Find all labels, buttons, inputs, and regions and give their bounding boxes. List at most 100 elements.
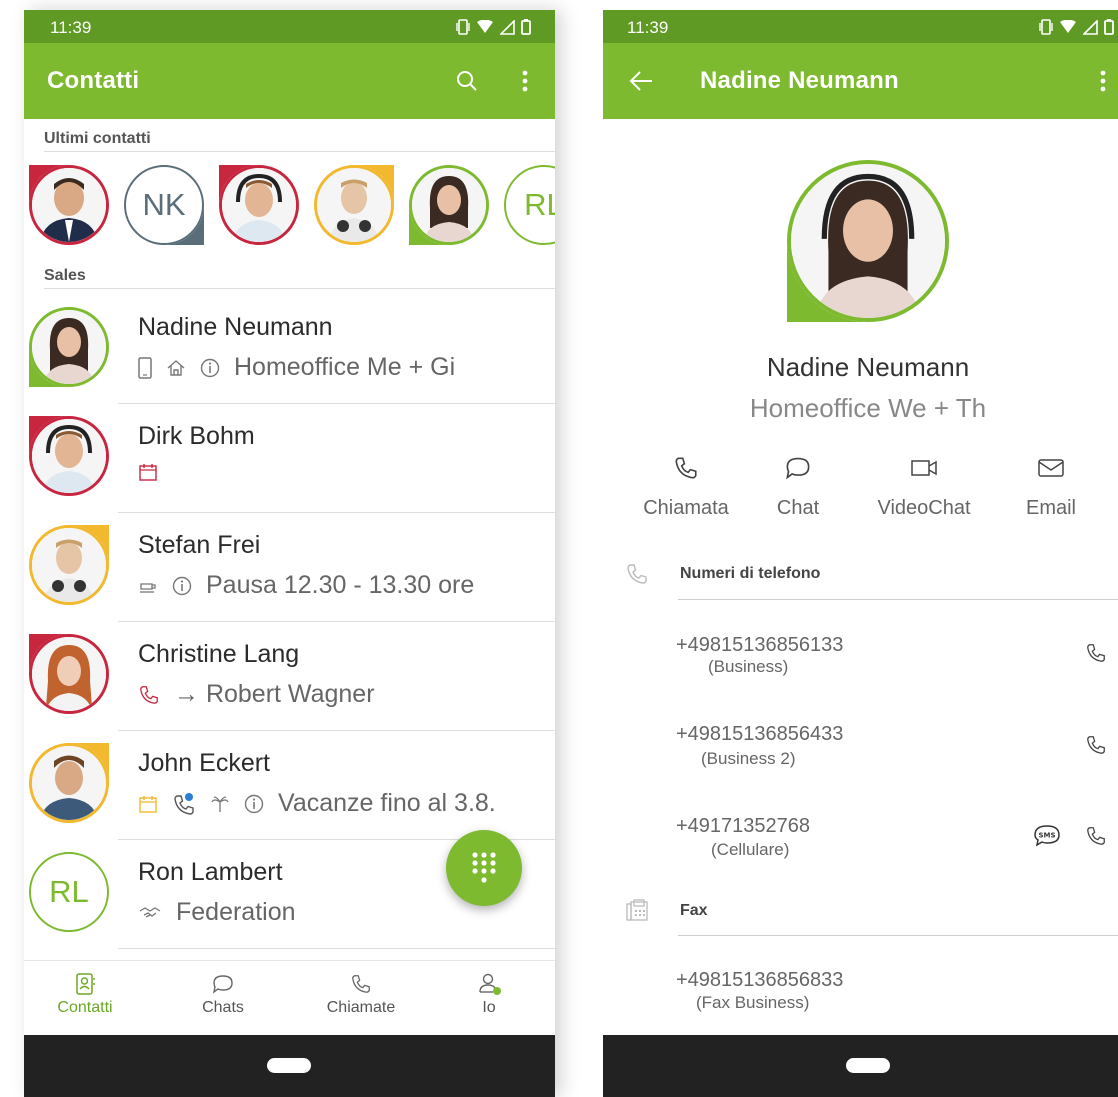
status-corner [354,165,394,205]
calendar-icon [139,795,157,813]
avatar-initials: RL [524,187,555,222]
contact-row[interactable]: Stefan Frei Pausa 12.30 - 13.30 ore [24,513,555,622]
status-corner [29,416,69,456]
phone-number: +49171352768 [676,815,811,837]
phone-number-type: (Business 2) [701,749,796,768]
home-pill[interactable] [846,1058,890,1073]
action-label: Chat [776,497,820,519]
signal-icon [500,19,515,35]
contact-status [138,462,172,482]
contact-status: Pausa 12.30 - 13.30 ore [138,571,474,600]
overflow-menu-icon[interactable] [511,67,539,95]
phone-number: +49815136856133 [676,634,844,656]
dialpad-icon [472,852,496,883]
status-corner [164,205,204,245]
nav-calls[interactable]: Chiamate [301,969,421,1017]
page-title: Contatti [47,67,140,94]
coffee-icon [140,582,156,593]
status-icons [1039,19,1114,35]
contacts-icon [76,973,95,995]
recent-contacts-label: Ultimi contatti [44,130,151,147]
avatar-initials: RL [49,874,89,909]
phone-call-icon[interactable] [1085,734,1107,756]
info-icon [200,358,220,377]
mail-icon [1038,459,1064,477]
status-text: Homeoffice Me + Gi [234,353,456,381]
contact-detail-screen: 11:39 Nadine Neumann Nadine Neumann Home… [603,10,1118,1097]
battery-icon [521,19,531,35]
phone-icon [352,975,370,993]
app-bar: Contatti [24,43,555,119]
phone-numbers-header: Numeri di telefono [680,565,821,582]
contact-status: Homeoffice We + Th [749,393,987,423]
status-icons [456,19,531,35]
nav-me[interactable]: Io [429,969,549,1017]
app-bar: Nadine Neumann [603,43,1118,119]
nav-contacts[interactable]: Contatti [25,969,145,1017]
contact-row[interactable]: Nadine Neumann Homeoffice Me + Gi [24,295,555,404]
status-corner [69,525,109,565]
fax-icon [626,899,648,921]
contact-name: Christine Lang [138,640,300,668]
nav-chats[interactable]: Chats [163,969,283,1017]
fax-number-type: (Fax Business) [696,993,810,1012]
sms-icon[interactable]: SMS [1033,824,1061,848]
phone-icon [675,457,697,479]
contact-name: Nadine Neumann [138,313,333,341]
vibrate-icon [1039,19,1053,35]
contact-name: Stefan Frei [138,531,261,559]
contact-row[interactable]: Dirk Bohm [24,404,555,513]
status-bar: 11:39 [24,10,555,43]
phone-device-icon [138,356,152,379]
videochat-action[interactable]: VideoChat [869,453,979,520]
recent-avatar[interactable]: RL [504,165,555,245]
system-nav-bar [24,1035,555,1097]
phone-call-icon[interactable] [1085,825,1107,847]
overflow-menu-icon[interactable] [1089,67,1117,95]
contact-row[interactable]: Christine Lang → Robert Wagner [24,622,555,731]
fax-number: +49815136856833 [676,969,844,991]
status-time: 11:39 [50,18,92,37]
contact-status: → Robert Wagner [138,680,375,709]
svg-text:SMS: SMS [1038,832,1055,840]
phone-call-icon[interactable] [1085,642,1107,664]
palm-icon [211,795,229,812]
fax-header: Fax [680,902,708,919]
contact-name: John Eckert [138,749,271,777]
divider [678,599,1118,600]
home-pill[interactable] [267,1058,311,1073]
calendar-icon [139,464,157,481]
action-label: VideoChat [877,497,971,519]
status-text: Pausa 12.30 - 13.30 ore [206,571,475,599]
status-text: → Robert Wagner [174,680,375,708]
phone-number: +49815136856433 [676,723,844,745]
info-icon [172,576,192,595]
divider [118,948,555,949]
dialpad-button[interactable] [446,830,522,906]
call-action[interactable]: Chiamata [631,453,741,520]
status-corner [29,634,69,674]
info-icon [244,794,264,813]
chat-icon [786,457,810,480]
search-icon[interactable] [453,67,481,95]
status-corner [409,205,449,245]
back-arrow-icon[interactable] [627,67,655,95]
video-icon [911,460,937,476]
contact-avatar: RL [29,852,109,932]
contact-row[interactable]: John Eckert Vacanze fino al 3.8. [24,731,555,840]
status-bar: 11:39 [603,10,1118,43]
user-icon [479,973,501,995]
wifi-icon [477,20,493,33]
status-text: Federation [176,898,296,926]
phone-icon [140,685,158,704]
handshake-icon [139,906,161,918]
contact-name: Nadine Neumann [766,352,970,382]
nav-label: Chats [202,999,244,1016]
email-action[interactable]: Email [996,453,1106,520]
status-corner [69,743,109,783]
status-corner [219,165,259,205]
page-title: Nadine Neumann [700,67,899,94]
vibrate-icon [456,19,470,35]
call-forward-icon [174,792,194,815]
chat-action[interactable]: Chat [743,453,853,520]
